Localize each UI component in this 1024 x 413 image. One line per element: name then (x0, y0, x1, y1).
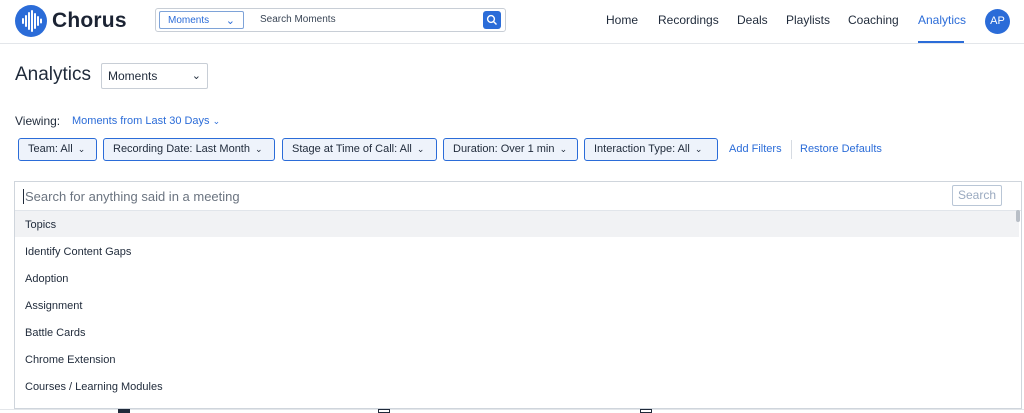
search-icon (486, 14, 497, 25)
checkbox-icon[interactable] (378, 409, 390, 413)
list-item[interactable]: Battle Cards (15, 319, 1019, 345)
list-item[interactable]: Courses / Learning Modules (15, 373, 1019, 399)
filter-duration[interactable]: Duration: Over 1 min ⌄ (443, 138, 578, 161)
meeting-search-bar: Search for anything said in a meeting Se… (15, 182, 1021, 211)
chevron-down-icon: ⌄ (77, 144, 86, 154)
global-search-input[interactable]: Search Moments (260, 14, 336, 25)
viewing-range-dropdown[interactable]: Moments from Last 30 Days ⌄ (72, 115, 220, 127)
user-avatar[interactable]: AP (985, 9, 1010, 34)
global-search: Moments ⌄ Search Moments (155, 8, 506, 32)
page-title: Analytics (15, 64, 92, 85)
text-cursor (23, 189, 24, 204)
filter-value: All (677, 143, 690, 155)
meeting-search-dropdown: Search for anything said in a meeting Se… (14, 181, 1022, 409)
filter-value: Over 1 min (500, 143, 555, 155)
viewing-range-value: Moments from Last 30 Days (72, 115, 210, 127)
checkbox-icon[interactable] (640, 409, 652, 413)
checkbox-icon[interactable] (118, 409, 130, 413)
divider (0, 409, 1024, 410)
analytics-view-select[interactable]: Moments ⌄ (101, 63, 208, 89)
active-nav-indicator (918, 41, 964, 43)
filter-team[interactable]: Team: All ⌄ (18, 138, 97, 161)
top-navigation-bar: Chorus Moments ⌄ Search Moments Home Rec… (0, 0, 1024, 44)
restore-defaults-link[interactable]: Restore Defaults (800, 143, 882, 155)
meeting-search-input[interactable]: Search for anything said in a meeting (25, 189, 240, 204)
filter-label: Interaction Type: (594, 143, 676, 155)
meeting-search-button[interactable]: Search (952, 185, 1002, 206)
filter-value: All (399, 143, 412, 155)
nav-coaching[interactable]: Coaching (848, 13, 899, 27)
filter-label: Stage at Time of Call: (292, 143, 398, 155)
chevron-down-icon: ⌄ (225, 15, 235, 27)
chevron-down-icon: ⌄ (255, 144, 263, 154)
list-item[interactable]: Assignment (15, 292, 1019, 318)
option-topics[interactable]: Topics (15, 211, 1019, 237)
filter-label: Team: (28, 143, 58, 155)
chevron-down-icon: ⌄ (416, 144, 425, 154)
search-scope-value: Moments (168, 15, 210, 26)
chevron-down-icon: ⌄ (212, 116, 221, 126)
filter-interaction-type[interactable]: Interaction Type: All ⌄ (584, 138, 718, 161)
chevron-down-icon: ⌄ (559, 144, 568, 154)
nav-recordings[interactable]: Recordings (658, 13, 719, 27)
filter-label: Duration: (453, 143, 498, 155)
list-item[interactable]: Adoption (15, 265, 1019, 291)
list-item[interactable]: Chrome Extension (15, 346, 1019, 372)
divider (791, 140, 792, 159)
filter-value: Last Month (195, 143, 250, 155)
nav-home[interactable]: Home (606, 13, 638, 27)
analytics-view-value: Moments (108, 69, 158, 83)
chorus-logo-icon (15, 5, 47, 37)
chevron-down-icon: ⌄ (191, 70, 201, 82)
search-button[interactable] (483, 11, 501, 29)
filter-label: Recording Date: (113, 143, 193, 155)
filter-recording-date[interactable]: Recording Date: Last Month ⌄ (103, 138, 275, 161)
chevron-down-icon: ⌄ (694, 144, 703, 154)
list-item[interactable]: Identify Content Gaps (15, 238, 1019, 264)
filter-value: All (60, 143, 73, 155)
filter-stage[interactable]: Stage at Time of Call: All ⌄ (282, 138, 437, 161)
chorus-logo[interactable]: Chorus (15, 5, 127, 37)
brand-name: Chorus (52, 9, 127, 32)
viewing-label: Viewing: (15, 114, 61, 128)
nav-playlists[interactable]: Playlists (786, 13, 830, 27)
nav-deals[interactable]: Deals (737, 13, 768, 27)
nav-analytics[interactable]: Analytics (918, 13, 966, 27)
search-scope-select[interactable]: Moments ⌄ (159, 11, 244, 29)
scrollbar-thumb[interactable] (1016, 210, 1020, 222)
add-filters-link[interactable]: Add Filters (729, 143, 782, 155)
dropdown-scrollbar[interactable] (1016, 210, 1020, 408)
